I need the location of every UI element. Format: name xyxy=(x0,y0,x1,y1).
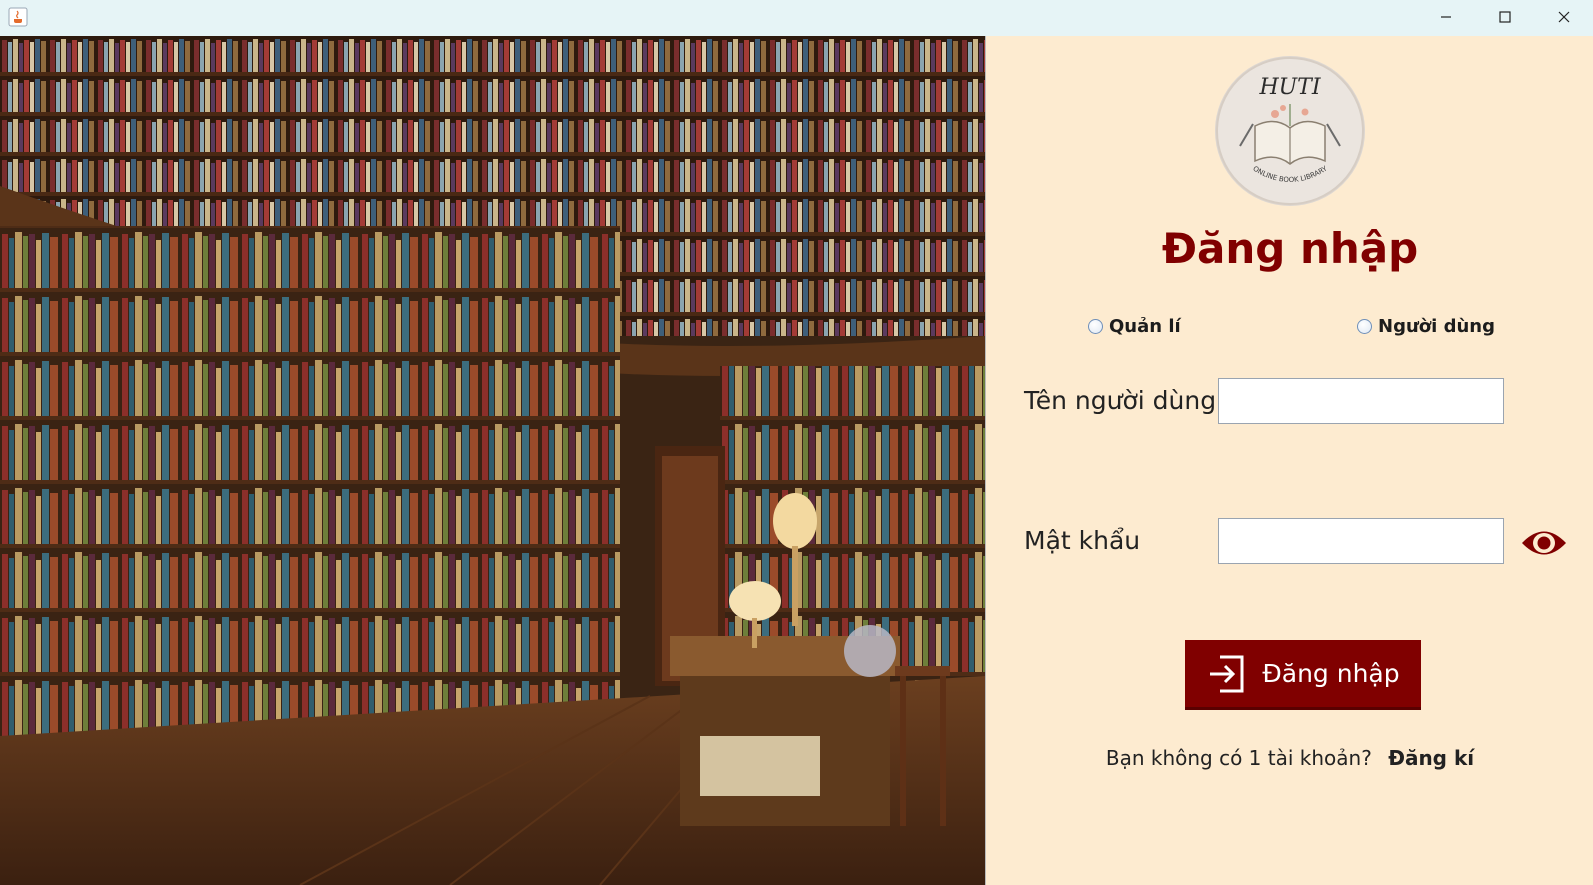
password-input[interactable] xyxy=(1218,518,1504,564)
eye-icon[interactable] xyxy=(1520,526,1568,560)
maximize-button[interactable] xyxy=(1476,0,1534,34)
signup-link[interactable]: Đăng kí xyxy=(1388,746,1474,770)
close-button[interactable] xyxy=(1535,0,1593,34)
username-input[interactable] xyxy=(1218,378,1504,424)
java-app-icon xyxy=(8,7,28,27)
library-scene xyxy=(0,36,985,885)
password-label: Mật khẩu xyxy=(1024,526,1141,555)
radio-button[interactable] xyxy=(1357,319,1372,334)
role-user-label: Người dùng xyxy=(1378,316,1495,337)
login-icon xyxy=(1210,655,1244,692)
login-button-label: Đăng nhập xyxy=(1262,659,1400,688)
signup-prompt: Bạn không có 1 tài khoản? Đăng kí xyxy=(986,746,1593,770)
logo-graphic: HUTI ONLINE BOOK LIBRARY xyxy=(1216,57,1364,205)
minimize-button[interactable] xyxy=(1417,0,1475,34)
radio-button[interactable] xyxy=(1088,319,1103,334)
username-label: Tên người dùng xyxy=(1024,386,1217,415)
no-account-text: Bạn không có 1 tài khoản? xyxy=(1105,746,1372,770)
library-logo: HUTI ONLINE BOOK LIBRARY xyxy=(1215,56,1365,206)
window-titlebar xyxy=(0,0,1593,36)
library-illustration xyxy=(0,36,985,885)
login-panel: HUTI ONLINE BOOK LIBRARY Đăng nhập Quản … xyxy=(985,36,1593,885)
close-icon xyxy=(1558,11,1570,23)
role-admin-label: Quản lí xyxy=(1109,316,1181,337)
role-admin-radio[interactable]: Quản lí xyxy=(1088,316,1181,337)
login-title: Đăng nhập xyxy=(1161,224,1419,273)
logo-text: HUTI xyxy=(1258,75,1321,100)
login-button[interactable]: Đăng nhập xyxy=(1185,640,1421,710)
role-user-radio[interactable]: Người dùng xyxy=(1357,316,1495,337)
minimize-icon xyxy=(1441,16,1451,18)
maximize-icon xyxy=(1499,11,1511,23)
